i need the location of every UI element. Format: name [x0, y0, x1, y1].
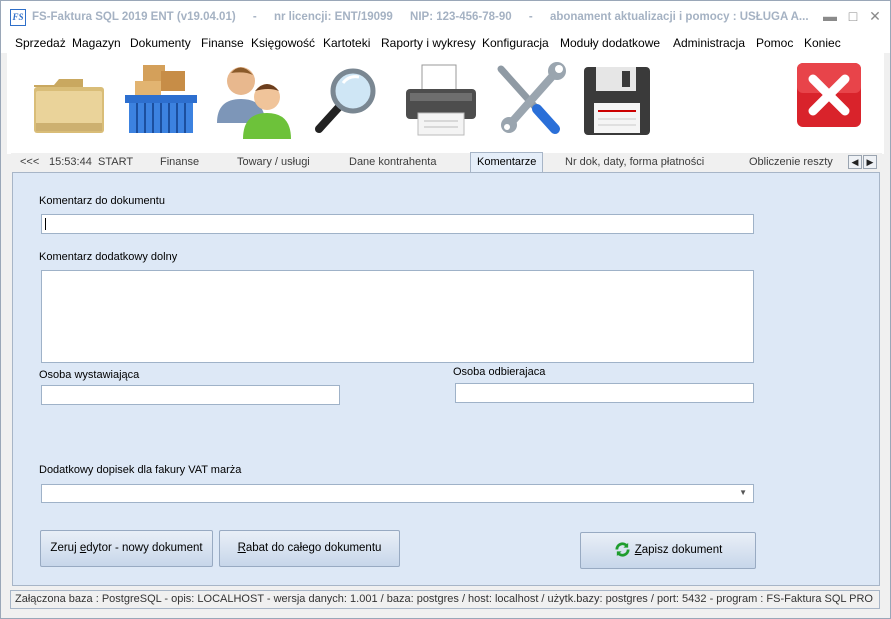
- tab-nr-dok[interactable]: Nr dok, daty, forma płatności: [565, 156, 704, 168]
- save-label-suffix: apisz dokument: [641, 544, 723, 556]
- menu-raporty[interactable]: Raporty i wykresy: [381, 36, 476, 50]
- tab-strip: <<< 15:53:44 START Finanse Towary / usłu…: [11, 152, 882, 172]
- minimize-button[interactable]: ▬: [822, 9, 838, 23]
- save-label-hotkey: Z: [634, 544, 642, 556]
- discount-label-suffix: abat do całego dokumentu: [245, 542, 382, 554]
- window-title: FS-Faktura SQL 2019 ENT (v19.04.01) - nr…: [32, 11, 817, 23]
- text-caret: [45, 218, 46, 230]
- title-subscription: abonament aktualizacji i pomocy : USŁUGA…: [549, 11, 809, 23]
- app-logo-icon: FS: [10, 9, 26, 26]
- menu-sprzedaz[interactable]: Sprzedaż: [15, 36, 66, 50]
- menu-dokumenty[interactable]: Dokumenty: [130, 36, 191, 50]
- maximize-button[interactable]: □: [845, 9, 861, 23]
- tab-prev[interactable]: <<<: [20, 156, 39, 168]
- tab-dane-kontrahenta[interactable]: Dane kontrahenta: [349, 156, 436, 168]
- comments-panel: Komentarz do dokumentu Komentarz dodatko…: [12, 172, 880, 586]
- vat-margin-dropdown[interactable]: ▼: [41, 484, 754, 503]
- reset-label-prefix: Zeruj: [50, 542, 80, 554]
- menu-finanse[interactable]: Finanse: [201, 36, 244, 50]
- issuer-input[interactable]: [41, 385, 340, 405]
- title-version: FS-Faktura SQL 2019 ENT (v19.04.01): [32, 11, 236, 23]
- tab-scroll-left-icon[interactable]: ◀: [848, 155, 862, 169]
- magnifier-icon[interactable]: [307, 61, 387, 141]
- menu-konfiguracja[interactable]: Konfiguracja: [482, 36, 549, 50]
- discount-button[interactable]: Rabat do całego dokumentu: [219, 530, 400, 567]
- app-window: FS FS-Faktura SQL 2019 ENT (v19.04.01) -…: [0, 0, 891, 619]
- comment-input[interactable]: [41, 214, 754, 234]
- menu-magazyn[interactable]: Magazyn: [72, 36, 121, 50]
- menu-ksiegowosc[interactable]: Księgowość: [251, 36, 315, 50]
- status-bar: Załączona baza : PostgreSQL - opis: LOCA…: [10, 590, 880, 609]
- refresh-icon: [615, 542, 630, 558]
- close-window-button[interactable]: ✕: [867, 9, 883, 23]
- save-document-button[interactable]: Zapisz dokument: [580, 532, 756, 569]
- title-nip: NIP: 123-456-78-90: [410, 11, 512, 23]
- extra-comment-textarea[interactable]: [41, 270, 754, 363]
- discount-label-hotkey: R: [237, 542, 246, 554]
- menu-pomoc[interactable]: Pomoc: [756, 36, 793, 50]
- reset-editor-button[interactable]: Zeruj edytor - nowy dokument: [40, 530, 213, 567]
- chevron-down-icon[interactable]: ▼: [739, 488, 747, 497]
- extra-comment-label: Komentarz dodatkowy dolny: [39, 251, 178, 263]
- receiver-label: Osoba odbierajaca: [453, 366, 546, 378]
- tab-obliczenie-reszty[interactable]: Obliczenie reszty: [749, 156, 833, 168]
- menu-kartoteki[interactable]: Kartoteki: [323, 36, 370, 50]
- printer-icon[interactable]: [400, 61, 480, 141]
- tab-towary[interactable]: Towary / usługi: [237, 156, 310, 168]
- issuer-label: Osoba wystawiająca: [39, 369, 140, 381]
- tab-scroll-right-icon[interactable]: ▶: [863, 155, 877, 169]
- tab-time: 15:53:44: [49, 156, 92, 168]
- toolbar: [7, 53, 884, 154]
- title-license: nr licencji: ENT/19099: [273, 11, 393, 23]
- tab-komentarze[interactable]: Komentarze: [470, 152, 544, 172]
- menu-moduly[interactable]: Moduły dodatkowe: [560, 36, 660, 50]
- title-separator: -: [528, 11, 533, 23]
- basket-icon[interactable]: [121, 61, 201, 141]
- tab-start[interactable]: START: [98, 156, 133, 168]
- close-red-icon[interactable]: [793, 61, 873, 141]
- title-separator: -: [252, 11, 257, 23]
- menu-administracja[interactable]: Administracja: [673, 36, 745, 50]
- receiver-input[interactable]: [455, 383, 754, 403]
- floppy-disk-icon[interactable]: [580, 61, 660, 141]
- folder-icon[interactable]: [28, 61, 108, 141]
- vat-margin-label: Dodatkowy dopisek dla fakury VAT marża: [39, 464, 242, 476]
- title-bar: FS FS-Faktura SQL 2019 ENT (v19.04.01) -…: [1, 1, 890, 33]
- reset-label-suffix: dytor - nowy dokument: [86, 542, 203, 554]
- comment-label: Komentarz do dokumentu: [39, 195, 165, 207]
- menu-bar: Sprzedaż Magazyn Dokumenty Finanse Księg…: [1, 33, 890, 53]
- tab-finanse[interactable]: Finanse: [160, 156, 199, 168]
- tools-icon[interactable]: [491, 61, 571, 141]
- menu-koniec[interactable]: Koniec: [804, 36, 841, 50]
- contacts-icon[interactable]: [213, 61, 293, 141]
